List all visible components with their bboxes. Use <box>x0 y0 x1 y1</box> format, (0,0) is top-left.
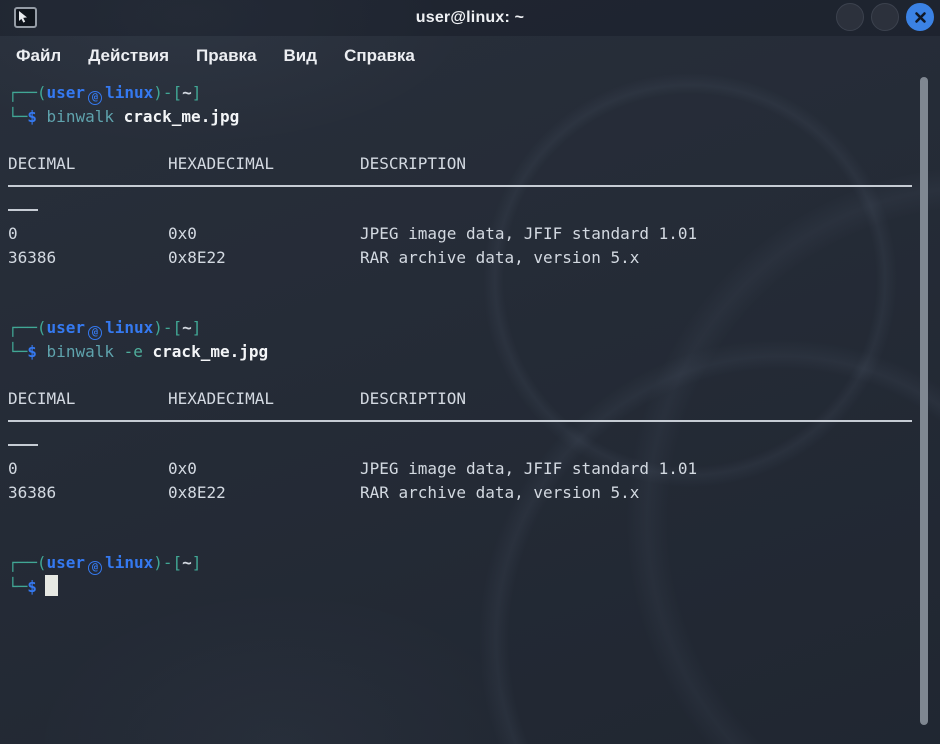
prompt-separator: )-[ <box>153 318 182 337</box>
prompt-dollar-sign: $ <box>27 342 37 361</box>
cell-hexadecimal: 0x8E22 <box>168 246 226 270</box>
cell-decimal: 36386 <box>8 481 56 505</box>
scrollbar-thumb[interactable] <box>920 77 928 725</box>
kali-at-icon: @ <box>88 91 102 105</box>
blank-line <box>0 363 940 387</box>
cell-decimal: 0 <box>8 222 18 246</box>
menu-item-help[interactable]: Справка <box>344 46 415 66</box>
prompt-dollar-sign: $ <box>27 107 37 126</box>
menu-item-actions[interactable]: Действия <box>88 46 169 66</box>
prompt-path: ~ <box>182 83 192 102</box>
cell-description: RAR archive data, version 5.x <box>360 246 639 270</box>
prompt-path: ~ <box>182 553 192 572</box>
prompt-separator: )-[ <box>153 83 182 102</box>
window-controls <box>836 3 934 31</box>
separator-line <box>0 175 940 199</box>
table-row: 0 0x0 JPEG image data, JFIF standard 1.01 <box>0 457 940 481</box>
table-row: 36386 0x8E22 RAR archive data, version 5.x <box>0 246 940 270</box>
separator-rule <box>8 420 912 422</box>
table-row: 36386 0x8E22 RAR archive data, version 5.x <box>0 481 940 505</box>
header-hexadecimal: HEXADECIMAL <box>168 387 274 411</box>
prompt-line: ┌──(user@linux)-[~] <box>0 551 940 575</box>
text-cursor <box>45 575 58 596</box>
header-decimal: DECIMAL <box>8 152 75 176</box>
prompt-corner: ┌──( <box>8 553 47 572</box>
command-line: └─$ binwalk -e crack_me.jpg <box>0 340 940 364</box>
terminal-output[interactable]: ┌──(user@linux)-[~] └─$ binwalk crack_me… <box>0 75 940 744</box>
kali-at-icon: @ <box>88 561 102 575</box>
close-button[interactable] <box>906 3 934 31</box>
blank-line <box>0 504 940 528</box>
terminal-app-icon <box>14 7 37 28</box>
separator-rule <box>8 185 912 187</box>
cell-hexadecimal: 0x8E22 <box>168 481 226 505</box>
prompt-user: user <box>47 553 86 572</box>
prompt-host: linux <box>105 318 153 337</box>
menu-item-file[interactable]: Файл <box>16 46 61 66</box>
menubar: Файл Действия Правка Вид Справка <box>0 36 940 75</box>
prompt-corner: └─ <box>8 107 27 126</box>
separator-wrap-line <box>0 199 940 223</box>
prompt-path: ~ <box>182 318 192 337</box>
command-file: crack_me.jpg <box>124 107 240 126</box>
prompt-user: user <box>47 318 86 337</box>
command-program: binwalk <box>47 107 114 126</box>
prompt-bracket: ] <box>192 318 202 337</box>
command-line: └─$ binwalk crack_me.jpg <box>0 105 940 129</box>
prompt-dollar <box>37 107 47 126</box>
separator-rule-wrap <box>8 444 38 446</box>
scrollbar[interactable] <box>918 75 930 744</box>
blank-line <box>0 128 940 152</box>
prompt-dollar-sign: $ <box>27 577 37 596</box>
close-x-icon <box>914 11 927 24</box>
cell-decimal: 36386 <box>8 246 56 270</box>
header-hexadecimal: HEXADECIMAL <box>168 152 274 176</box>
blank-line <box>0 528 940 552</box>
kali-at-icon: @ <box>88 326 102 340</box>
cursor-arrow-icon <box>17 10 32 25</box>
table-header-row: DECIMAL HEXADECIMAL DESCRIPTION <box>0 152 940 176</box>
maximize-button[interactable] <box>871 3 899 31</box>
cell-description: JPEG image data, JFIF standard 1.01 <box>360 222 697 246</box>
prompt-line: ┌──(user@linux)-[~] <box>0 316 940 340</box>
prompt-line: ┌──(user@linux)-[~] <box>0 81 940 105</box>
prompt-corner: ┌──( <box>8 83 47 102</box>
prompt-user: user <box>47 83 86 102</box>
command-line-active[interactable]: └─$ <box>0 575 940 599</box>
prompt-corner: ┌──( <box>8 318 47 337</box>
table-row: 0 0x0 JPEG image data, JFIF standard 1.01 <box>0 222 940 246</box>
cell-hexadecimal: 0x0 <box>168 457 197 481</box>
prompt-bracket: ] <box>192 83 202 102</box>
prompt-corner: └─ <box>8 577 27 596</box>
command-program: binwalk <box>47 342 114 361</box>
prompt-dollar <box>37 342 47 361</box>
separator-line <box>0 410 940 434</box>
prompt-host: linux <box>105 83 153 102</box>
cell-description: JPEG image data, JFIF standard 1.01 <box>360 457 697 481</box>
separator-rule-wrap <box>8 209 38 211</box>
prompt-separator: )-[ <box>153 553 182 572</box>
titlebar[interactable]: user@linux: ~ <box>0 0 940 36</box>
cell-description: RAR archive data, version 5.x <box>360 481 639 505</box>
prompt-host: linux <box>105 553 153 572</box>
command-file: crack_me.jpg <box>153 342 269 361</box>
window-title: user@linux: ~ <box>0 9 940 27</box>
prompt-corner: └─ <box>8 342 27 361</box>
menu-item-edit[interactable]: Правка <box>196 46 256 66</box>
minimize-button[interactable] <box>836 3 864 31</box>
header-description: DESCRIPTION <box>360 387 466 411</box>
prompt-bracket: ] <box>192 553 202 572</box>
blank-line <box>0 269 940 293</box>
header-description: DESCRIPTION <box>360 152 466 176</box>
table-header-row: DECIMAL HEXADECIMAL DESCRIPTION <box>0 387 940 411</box>
separator-wrap-line <box>0 434 940 458</box>
blank-line <box>0 293 940 317</box>
menu-item-view[interactable]: Вид <box>284 46 318 66</box>
terminal-window: user@linux: ~ Файл Действия Правка Вид С… <box>0 0 940 744</box>
header-decimal: DECIMAL <box>8 387 75 411</box>
cell-hexadecimal: 0x0 <box>168 222 197 246</box>
command-flag: -e <box>124 342 143 361</box>
cell-decimal: 0 <box>8 457 18 481</box>
